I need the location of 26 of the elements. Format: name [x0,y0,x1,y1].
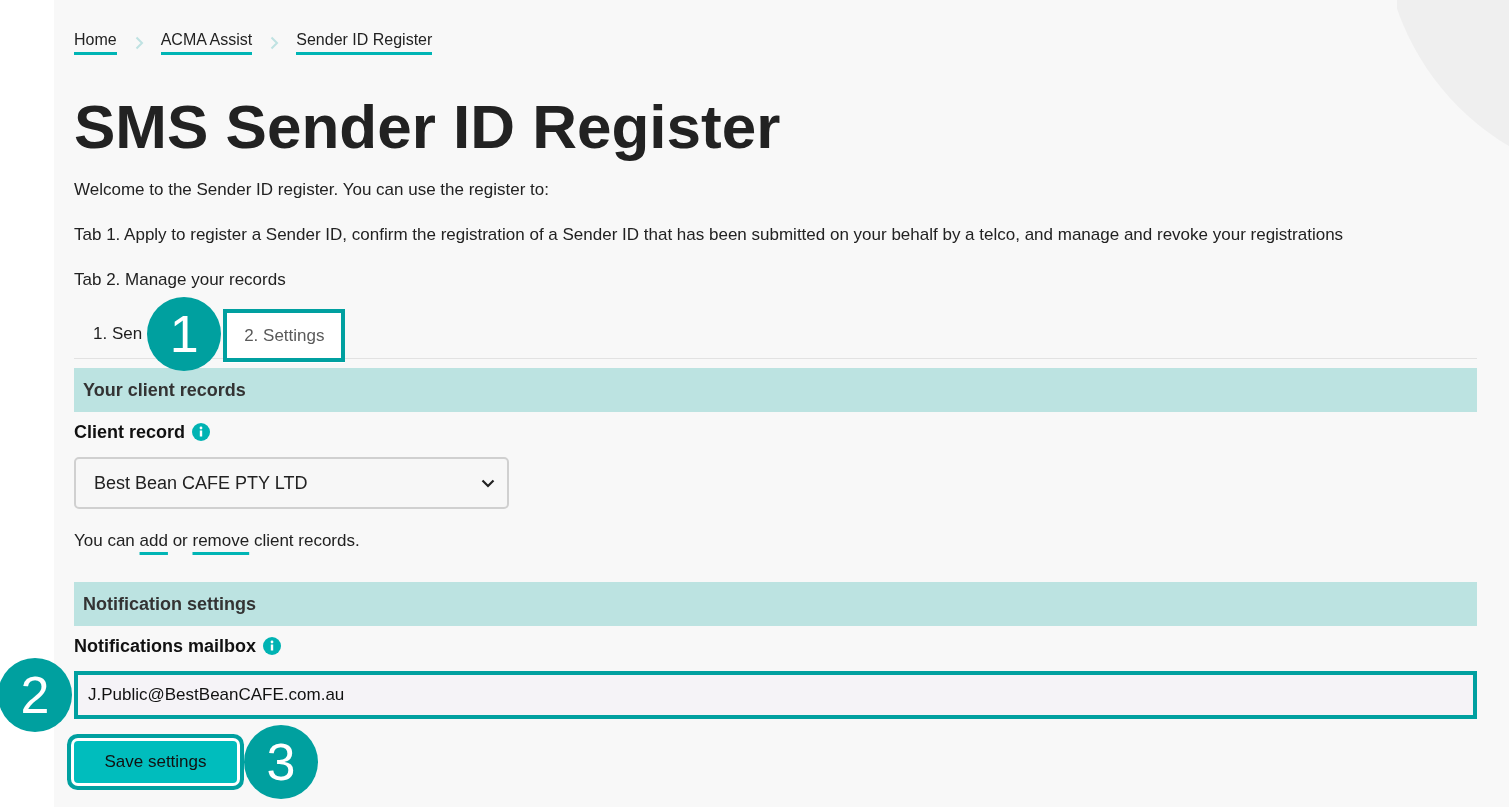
intro-text: Tab 1. Apply to register a Sender ID, confirm the registration of a Sender ID that has been submitted on your behalf by a telco, and manage and revoke your registrations [74,224,1345,246]
chevron-icon [134,35,144,50]
section-heading: Your client records [74,368,1477,412]
breadcrumb-link[interactable]: Sender ID Register [296,30,433,55]
info-icon [192,423,211,441]
breadcrumb-link[interactable]: Home [74,30,117,55]
section-heading: Notification settings [74,582,1477,626]
step-marker: 2 [0,658,72,732]
page-title: SMS Sender ID Register [74,93,782,161]
note-text: You can add or remove client records. [74,530,361,552]
text-link[interactable]: add [139,531,168,550]
email-field[interactable]: J.Public@BestBeanCAFE.com.au [74,671,1477,719]
text-link[interactable]: remove [192,531,250,550]
chevron-down-icon [481,478,495,488]
info-icon [263,637,282,655]
tab[interactable]: 2. Settings [223,309,346,362]
step-marker: 3 [244,725,318,799]
breadcrumb-link[interactable]: ACMA Assist [160,30,253,55]
tab[interactable]: 1. Sen [74,309,145,358]
chevron-icon [270,35,280,50]
field-label: Notifications mailbox [74,635,257,658]
field-label: Client record [74,421,186,444]
intro-text: Tab 2. Manage your records [74,269,287,291]
select-field[interactable]: Best Bean CAFE PTY LTD [74,457,509,509]
step-marker: 1 [147,296,222,371]
intro-text: Welcome to the Sender ID register. You can use the register to: [74,179,550,201]
